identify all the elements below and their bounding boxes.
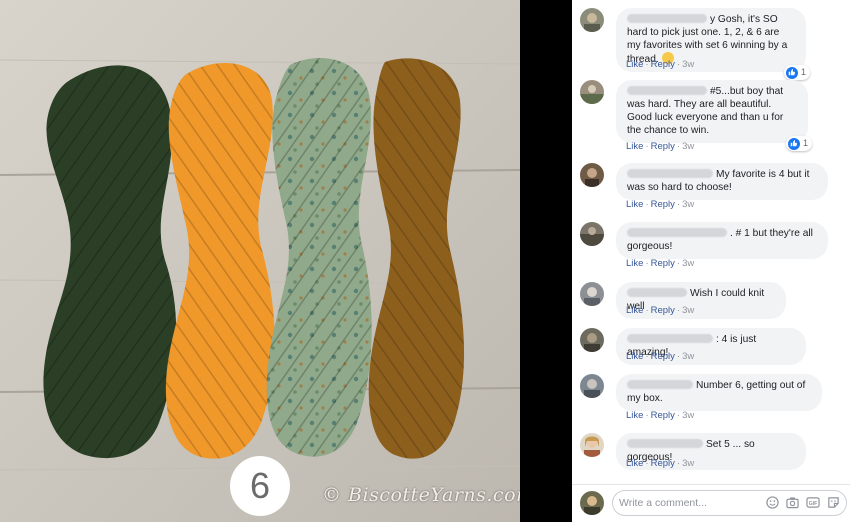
comment-item: Wish I could knit well Like · Reply · 3w — [580, 282, 842, 319]
comment-composer: GIF — [572, 484, 850, 522]
like-link[interactable]: Like — [626, 305, 643, 316]
blurred-author-name — [627, 288, 687, 297]
watermark-text: © BiscotteYarns.com — [322, 484, 520, 506]
avatar[interactable] — [580, 222, 604, 246]
reply-link[interactable]: Reply — [651, 458, 675, 469]
reaction-count[interactable]: 1 — [785, 136, 812, 151]
comment-input[interactable] — [619, 494, 759, 512]
comment-time[interactable]: 3w — [682, 458, 694, 469]
avatar[interactable] — [580, 374, 604, 398]
blurred-author-name — [627, 14, 707, 23]
sticker-icon[interactable] — [827, 496, 840, 509]
comment-time[interactable]: 3w — [682, 141, 694, 152]
comment-actions: Like · Reply · 3w — [626, 141, 695, 152]
comment-time[interactable]: 3w — [682, 59, 694, 70]
comment-time[interactable]: 3w — [682, 258, 694, 269]
like-link[interactable]: Like — [626, 199, 643, 210]
comment-item: Number 6, getting out of my box. Like · Re… — [580, 374, 842, 424]
comment-bubble: #5...but boy that was hard. They are all… — [616, 80, 812, 151]
comment-item: : 4 is just amazing! Like · Reply · 3w — [580, 328, 842, 365]
avatar[interactable] — [580, 163, 604, 187]
yarn-photo: 6 © BiscotteYarns.com — [0, 0, 520, 522]
comment-item: . # 1 but they're all gorgeous! Like · Rep… — [580, 222, 842, 272]
thumbs-up-icon — [785, 66, 798, 79]
thumbs-up-icon — [787, 137, 800, 150]
like-link[interactable]: Like — [626, 59, 643, 70]
divider-gap — [520, 0, 572, 522]
avatar[interactable] — [580, 328, 604, 352]
comment-item: #5...but boy that was hard. They are all… — [580, 80, 842, 155]
reply-link[interactable]: Reply — [651, 258, 675, 269]
set-number-badge: 6 — [230, 456, 290, 516]
blurred-author-name — [627, 228, 727, 237]
comment-actions: Like · Reply · 3w — [626, 458, 695, 469]
reply-link[interactable]: Reply — [651, 199, 675, 210]
like-link[interactable]: Like — [626, 351, 643, 362]
comment-input-box[interactable]: GIF — [612, 490, 847, 516]
comment-item: My favorite is 4 but it was so hard to c… — [580, 163, 842, 213]
reply-link[interactable]: Reply — [651, 410, 675, 421]
like-link[interactable]: Like — [626, 258, 643, 269]
comment-time[interactable]: 3w — [682, 410, 694, 421]
blurred-author-name — [627, 334, 713, 343]
gif-icon[interactable]: GIF — [806, 496, 820, 509]
avatar[interactable] — [580, 8, 604, 32]
composer-icons: GIF — [766, 496, 840, 509]
like-link[interactable]: Like — [626, 141, 643, 152]
comment-actions: Like · Reply · 3w — [626, 199, 695, 210]
avatar[interactable] — [580, 491, 604, 515]
blurred-author-name — [627, 169, 713, 178]
comment-item: y Gosh, it's SO hard to pick just one. 1… — [580, 8, 842, 80]
avatar[interactable] — [580, 80, 604, 104]
comment-actions: Like · Reply · 3w — [626, 351, 695, 362]
comment-actions: Like · Reply · 3w — [626, 258, 695, 269]
avatar[interactable] — [580, 433, 604, 457]
like-link[interactable]: Like — [626, 458, 643, 469]
comment-item: Set 5 ... so gorgeous! Like · Reply · 3w — [580, 433, 842, 470]
avatar[interactable] — [580, 282, 604, 306]
reply-link[interactable]: Reply — [651, 351, 675, 362]
reply-link[interactable]: Reply — [651, 141, 675, 152]
camera-icon[interactable] — [786, 496, 799, 509]
comment-bubble: . # 1 but they're all gorgeous! — [616, 222, 828, 259]
comment-actions: Like · Reply · 3w — [626, 305, 695, 316]
comment-bubble: My favorite is 4 but it was so hard to c… — [616, 163, 828, 200]
comments-panel[interactable]: y Gosh, it's SO hard to pick just one. 1… — [572, 0, 850, 522]
reply-link[interactable]: Reply — [651, 305, 675, 316]
blurred-author-name — [627, 86, 707, 95]
comment-actions: Like · Reply · 3w — [626, 59, 695, 70]
comment-bubble: Number 6, getting out of my box. — [616, 374, 822, 411]
reaction-count[interactable]: 1 — [783, 65, 810, 80]
yarn-skeins-image — [0, 0, 520, 522]
like-link[interactable]: Like — [626, 410, 643, 421]
reply-link[interactable]: Reply — [651, 59, 675, 70]
blurred-author-name — [627, 439, 703, 448]
comment-actions: Like · Reply · 3w — [626, 410, 695, 421]
comment-time[interactable]: 3w — [682, 305, 694, 316]
comment-time[interactable]: 3w — [682, 351, 694, 362]
emoji-icon[interactable] — [766, 496, 779, 509]
svg-text:GIF: GIF — [809, 501, 818, 507]
comment-time[interactable]: 3w — [682, 199, 694, 210]
blurred-author-name — [627, 380, 693, 389]
